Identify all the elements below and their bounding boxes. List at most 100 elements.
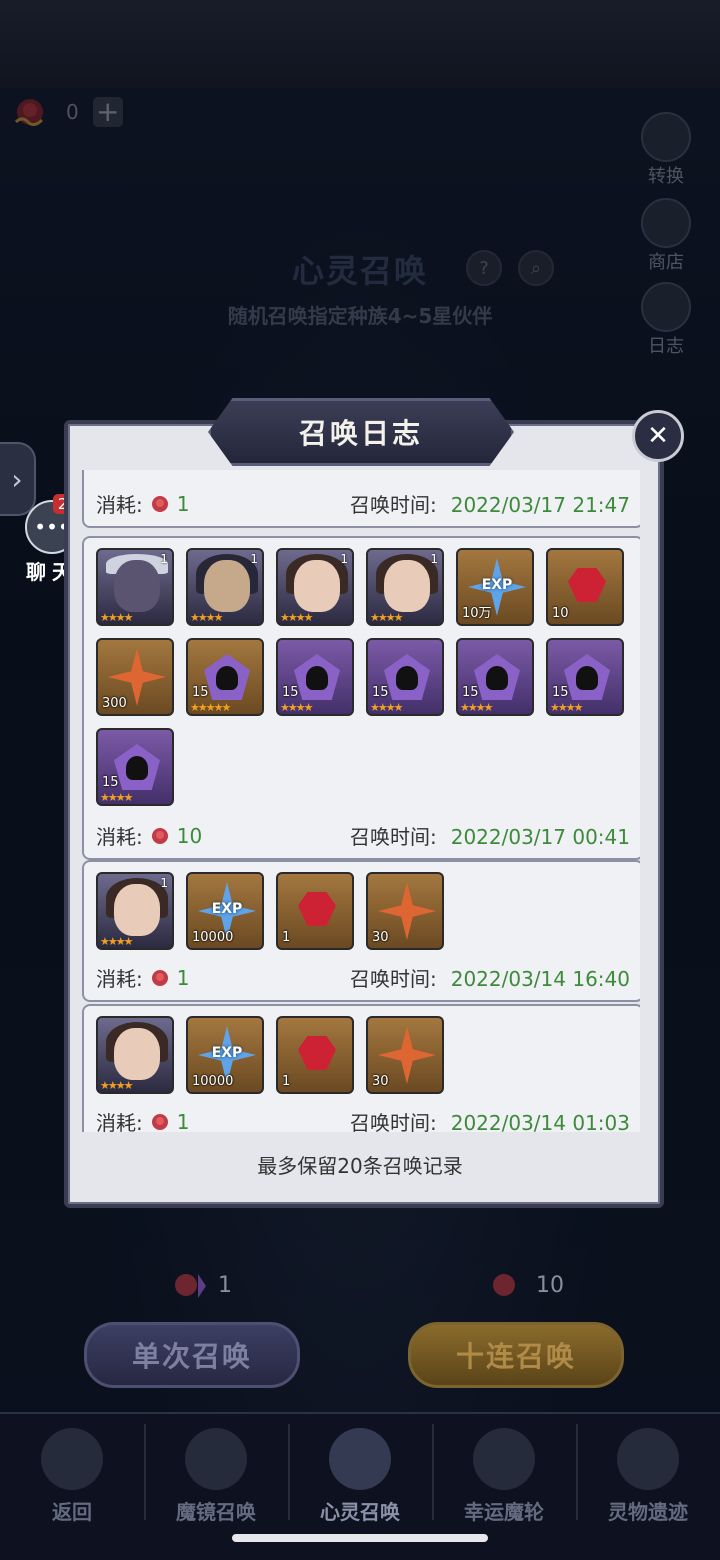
record-card: 消耗: 10 召唤时间: 2022/03/17 00:41 1 ★★★★ 1 ★★★★ 1…	[82, 536, 640, 860]
back-icon	[41, 1428, 103, 1490]
rose-icon	[151, 1113, 168, 1130]
record-time: 召唤时间: 2022/03/17 00:41	[350, 821, 630, 850]
record-cost: 消耗: 1	[96, 963, 189, 992]
reward-item[interactable]: EXP 10000	[186, 872, 264, 950]
reward-item[interactable]: 15 ★★★★	[366, 638, 444, 716]
reward-item[interactable]: EXP 10万	[456, 548, 534, 626]
relic-icon	[617, 1428, 679, 1490]
reward-item[interactable]: 1	[276, 1016, 354, 1094]
close-button[interactable]: ✕	[632, 410, 684, 462]
reward-item[interactable]: 1	[276, 872, 354, 950]
record-footer: 消耗: 10 召唤时间: 2022/03/17 00:41	[96, 821, 630, 850]
nav-back[interactable]: 返回	[0, 1414, 144, 1526]
wheel-icon	[473, 1428, 535, 1490]
reward-item[interactable]: 30	[366, 1016, 444, 1094]
nav-mind-summon[interactable]: 心灵召唤	[288, 1414, 432, 1526]
reward-item[interactable]: 10	[546, 548, 624, 626]
ten-cost-amount: 10	[536, 1272, 564, 1298]
ruby-icon	[298, 892, 336, 926]
cost-label: 消耗:	[96, 493, 143, 517]
star-rating: ★★★★	[100, 935, 133, 948]
rose-icon	[151, 495, 168, 512]
record-card: 消耗: 1 召唤时间: 2022/03/14 16:40 1 ★★★★ EXP 1000…	[82, 860, 640, 1002]
rose-icon	[151, 969, 168, 986]
reward-item[interactable]: 30	[366, 872, 444, 950]
reward-item[interactable]: 15 ★★★★	[96, 728, 174, 806]
item-quantity: 1	[282, 1074, 291, 1089]
single-cost-amount: 1	[218, 1272, 232, 1298]
star-rating: ★★★★	[550, 701, 583, 714]
hero-level: 1	[250, 552, 258, 566]
time-label: 召唤时间:	[349, 967, 437, 991]
hero-portrait	[114, 884, 160, 936]
cost-label: 消耗:	[96, 967, 143, 991]
reward-item[interactable]: EXP 10000	[186, 1016, 264, 1094]
star-rating: ★★★★	[100, 1079, 133, 1092]
nav-label: 返回	[52, 1500, 92, 1524]
ruby-icon	[568, 568, 606, 602]
record-footer: 消耗: 1 召唤时间: 2022/03/17 21:47	[96, 489, 630, 518]
item-quantity: 10	[552, 606, 569, 621]
record-time: 召唤时间: 2022/03/14 16:40	[350, 963, 630, 992]
hero-portrait	[114, 1028, 160, 1080]
reward-item[interactable]: 15 ★★★★	[456, 638, 534, 716]
time-label: 召唤时间:	[349, 1111, 437, 1132]
star-rating: ★★★★	[370, 611, 403, 624]
single-summon-button[interactable]: 单次召唤	[84, 1322, 300, 1388]
time-value: 2022/03/14 01:03	[450, 1111, 630, 1132]
exp-text: EXP	[211, 901, 243, 917]
reward-item[interactable]: 1 ★★★★	[276, 548, 354, 626]
star-rating: ★★★★	[100, 611, 133, 624]
star-rating: ★★★★	[280, 611, 313, 624]
record-card: 消耗: 1 召唤时间: 2022/03/14 01:03 ★★★★ EXP 10000…	[82, 1004, 640, 1132]
home-indicator[interactable]	[232, 1534, 488, 1542]
reward-item[interactable]: 15 ★★★★	[276, 638, 354, 716]
time-label: 召唤时间:	[349, 493, 437, 517]
exp-text: EXP	[481, 577, 513, 593]
record-time: 召唤时间: 2022/03/17 21:47	[350, 489, 630, 518]
item-quantity: 15	[462, 685, 479, 700]
hero-level: 1	[160, 552, 168, 566]
hero-portrait	[204, 560, 250, 612]
item-quantity: 15	[552, 685, 569, 700]
time-value: 2022/03/14 16:40	[450, 967, 630, 991]
time-label: 召唤时间:	[349, 825, 437, 849]
item-quantity: 10万	[462, 606, 492, 621]
hooded-figure-icon	[396, 666, 418, 690]
reward-item[interactable]: 1 ★★★★	[186, 548, 264, 626]
reward-item[interactable]: 15 ★★★★★	[186, 638, 264, 716]
item-quantity: 15	[102, 775, 119, 790]
summon-record-list[interactable]: 消耗: 1 召唤时间: 2022/03/17 21:47 消耗: 10 召唤时间:…	[82, 470, 640, 1132]
reward-item[interactable]: ★★★★	[96, 1016, 174, 1094]
hero-level: 1	[340, 552, 348, 566]
hero-level: 1	[430, 552, 438, 566]
ten-summon-button[interactable]: 十连召唤	[408, 1322, 624, 1388]
cost-amount: 1	[176, 491, 190, 516]
ten-summon-cost: 10	[486, 1268, 564, 1302]
star-rating: ★★★★	[100, 791, 133, 804]
nav-lucky-wheel[interactable]: 幸运魔轮	[432, 1414, 576, 1526]
star-rating: ★★★★	[370, 701, 403, 714]
star-rating: ★★★★	[190, 611, 223, 624]
item-quantity: 15	[372, 685, 389, 700]
reward-item[interactable]: 1 ★★★★	[366, 548, 444, 626]
cost-amount: 1	[176, 965, 190, 990]
mirror-icon	[185, 1428, 247, 1490]
record-footer: 消耗: 1 召唤时间: 2022/03/14 16:40	[96, 963, 630, 992]
reward-item[interactable]: 1 ★★★★	[96, 872, 174, 950]
star-rating: ★★★★	[460, 701, 493, 714]
rose-currency-icon	[175, 1274, 206, 1298]
item-quantity: 15	[192, 685, 209, 700]
reward-item[interactable]: 15 ★★★★	[546, 638, 624, 716]
hero-portrait	[294, 560, 340, 612]
nav-mirror-summon[interactable]: 魔镜召唤	[144, 1414, 288, 1526]
nav-relic-ruins[interactable]: 灵物遗迹	[576, 1414, 720, 1526]
reward-item[interactable]: 1 ★★★★	[96, 548, 174, 626]
item-quantity: 300	[102, 696, 127, 711]
hooded-figure-icon	[486, 666, 508, 690]
nav-label: 灵物遗迹	[608, 1500, 688, 1524]
hooded-figure-icon	[576, 666, 598, 690]
reward-item[interactable]: 300	[96, 638, 174, 716]
hooded-figure-icon	[126, 756, 148, 780]
cost-label: 消耗:	[96, 825, 143, 849]
